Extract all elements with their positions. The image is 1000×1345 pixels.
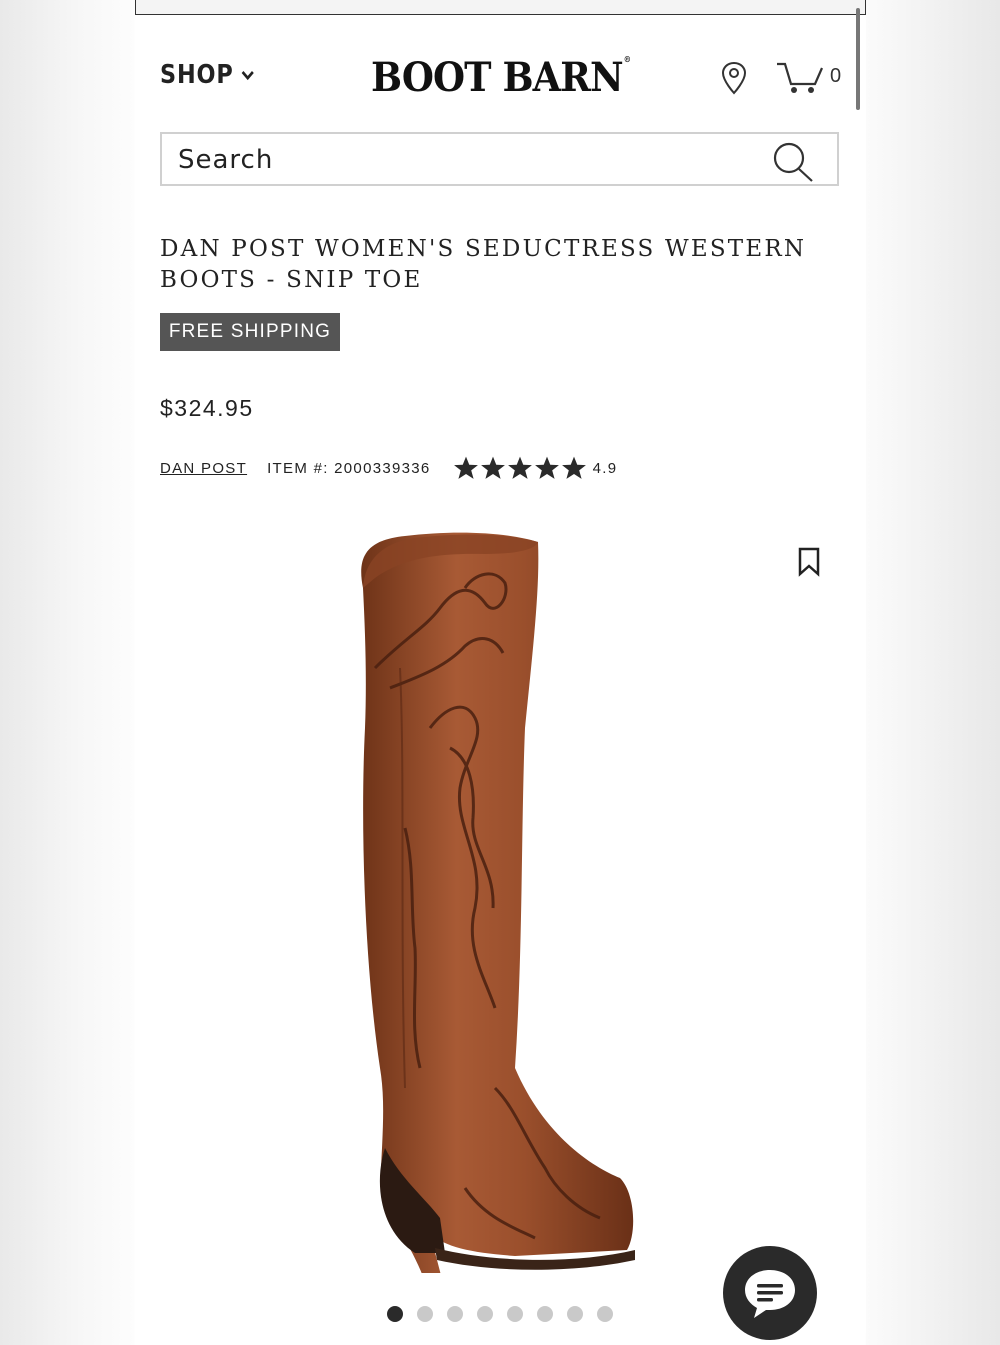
chat-icon xyxy=(745,1270,795,1318)
star-icon xyxy=(507,456,532,479)
top-bar xyxy=(135,0,866,15)
star-icon xyxy=(561,456,586,479)
product-meta: DAN POST ITEM #: 2000339336 4.9 xyxy=(160,455,617,481)
shop-menu-button[interactable]: SHOP xyxy=(160,60,254,90)
star-icon xyxy=(453,456,478,479)
shop-label: SHOP xyxy=(160,60,234,90)
carousel-dot[interactable] xyxy=(417,1306,433,1322)
carousel-dot[interactable] xyxy=(567,1306,583,1322)
carousel-dot[interactable] xyxy=(477,1306,493,1322)
star-icon xyxy=(534,456,559,479)
chat-button[interactable] xyxy=(723,1246,817,1340)
carousel-dot[interactable] xyxy=(597,1306,613,1322)
search-icon[interactable] xyxy=(771,141,815,183)
brand-link[interactable]: DAN POST xyxy=(160,460,247,477)
page: SHOP BOOT BARN® 0 DAN POST WOMEN'S SEDUC… xyxy=(135,0,866,1340)
carousel-dot[interactable] xyxy=(507,1306,523,1322)
product-price: $324.95 xyxy=(160,395,254,421)
star-icon xyxy=(480,456,505,479)
bookmark-icon[interactable] xyxy=(797,547,821,577)
location-pin-icon[interactable] xyxy=(719,60,749,96)
search-bar xyxy=(160,132,839,186)
carousel-dot[interactable] xyxy=(447,1306,463,1322)
item-number: ITEM #: 2000339336 xyxy=(267,459,431,477)
carousel-dot[interactable] xyxy=(537,1306,553,1322)
product-title: DAN POST WOMEN'S SEDUCTRESS WESTERN BOOT… xyxy=(160,236,807,293)
cart-count[interactable]: 0 xyxy=(830,65,841,88)
carousel-dot[interactable] xyxy=(387,1306,403,1322)
free-shipping-badge: FREE SHIPPING xyxy=(160,313,340,351)
search-input[interactable] xyxy=(176,140,760,180)
image-carousel-dots xyxy=(387,1306,613,1322)
product-image-boot[interactable] xyxy=(345,528,655,1273)
chevron-down-icon xyxy=(241,70,254,81)
rating-value: 4.9 xyxy=(592,459,618,477)
rating-stars[interactable] xyxy=(453,455,587,481)
cart-icon[interactable] xyxy=(775,60,825,96)
logo-text: BOOT BARN xyxy=(371,54,624,101)
scrollbar-thumb[interactable] xyxy=(856,8,860,110)
boot-barn-logo[interactable]: BOOT BARN® xyxy=(371,54,631,101)
